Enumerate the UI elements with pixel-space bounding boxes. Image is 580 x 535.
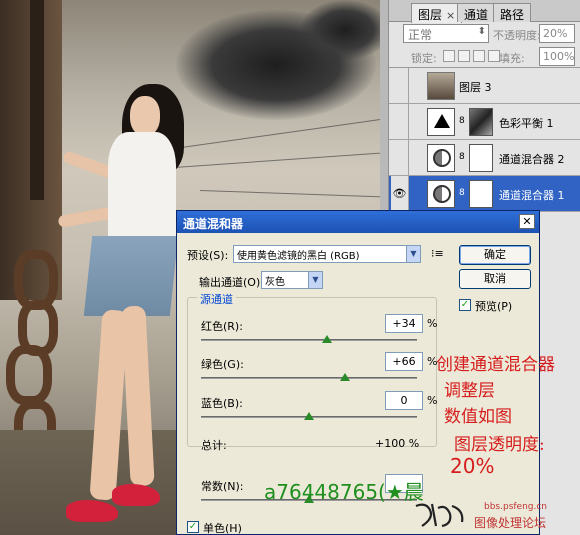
- annotation-line-4: 图层透明度:: [454, 435, 545, 455]
- layer-row[interactable]: 8 通道混合器 2: [389, 140, 580, 176]
- total-value: +100 %: [375, 437, 420, 450]
- red-slider-track[interactable]: [201, 339, 417, 341]
- girl-shirt: [108, 132, 176, 244]
- dialog-title: 通道混和器: [183, 217, 244, 231]
- chevron-down-icon: ▼: [308, 272, 322, 288]
- power-line: [199, 190, 382, 198]
- preview-label: 预览(P): [475, 300, 513, 313]
- layer-thumbnail: [427, 72, 455, 100]
- preset-options-icon[interactable]: ⁝≡: [431, 247, 444, 260]
- lock-position-icon[interactable]: [473, 50, 485, 62]
- blue-input[interactable]: 0: [385, 391, 423, 410]
- layer-name: 色彩平衡 1: [499, 117, 554, 130]
- chevron-down-icon: ▼: [406, 246, 420, 262]
- constant-label: 常数(N):: [201, 480, 244, 493]
- power-line: [159, 151, 382, 169]
- lock-fill-row: 锁定: 填充: 100%: [389, 46, 580, 68]
- green-label: 绿色(G):: [201, 358, 244, 371]
- fill-input[interactable]: 100%: [539, 47, 575, 66]
- blue-percent: %: [427, 394, 438, 407]
- tab-paths[interactable]: 路径: [493, 3, 532, 22]
- channel-mixer-icon: [427, 144, 455, 172]
- dialog-titlebar[interactable]: 通道混和器 ✕: [177, 211, 539, 233]
- layer-name: 图层 3: [459, 81, 492, 94]
- crane-beam: [30, 0, 44, 200]
- power-line: [159, 117, 382, 151]
- girl-face: [130, 96, 160, 136]
- tab-paths-label: 路径: [500, 8, 525, 22]
- preset-select[interactable]: 使用黄色滤镜的黑白 (RGB) ▼: [233, 245, 421, 263]
- smoke-cloud-small: [300, 0, 382, 60]
- tab-channels[interactable]: 通道: [457, 3, 496, 22]
- red-slider-knob[interactable]: [322, 335, 333, 343]
- monochrome-label: 单色(H): [203, 522, 242, 535]
- girl-skirt: [83, 236, 179, 316]
- visibility-toggle[interactable]: [391, 104, 409, 140]
- ok-button[interactable]: 确定: [459, 245, 531, 265]
- red-input[interactable]: +34: [385, 314, 423, 333]
- monochrome-checkbox[interactable]: ✓: [187, 521, 199, 533]
- layer-row-selected[interactable]: 👁 8 通道混合器 1: [389, 176, 580, 212]
- layer-mask-thumbnail: [469, 180, 493, 208]
- annotation-line-2: 调整层: [444, 381, 495, 401]
- eye-icon[interactable]: 👁: [391, 176, 409, 212]
- close-icon[interactable]: ✕: [519, 214, 535, 229]
- lock-pixels-icon[interactable]: [458, 50, 470, 62]
- lock-label: 锁定:: [411, 52, 437, 65]
- visibility-toggle[interactable]: [391, 140, 409, 176]
- channel-mixer-icon: [427, 180, 455, 208]
- tab-channels-label: 通道: [464, 8, 489, 22]
- green-slider-track[interactable]: [201, 377, 417, 379]
- total-label: 总计:: [201, 439, 227, 452]
- tab-layers-label: 图层: [418, 8, 443, 22]
- output-channel-value: 灰色: [265, 277, 285, 288]
- site-url: bbs.psfeng.cn: [484, 502, 548, 512]
- chain-link: [6, 345, 52, 405]
- preset-label: 预设(S):: [187, 249, 229, 262]
- green-input[interactable]: +66: [385, 352, 423, 371]
- link-icon: 8: [459, 188, 465, 198]
- tab-layers[interactable]: 图层 ×: [411, 3, 463, 23]
- annotation-line-5: 20%: [450, 454, 495, 478]
- calligraphy-logo: [415, 503, 464, 528]
- close-icon[interactable]: ×: [446, 9, 455, 22]
- blend-mode-value: 正常: [408, 28, 433, 42]
- red-percent: %: [427, 317, 438, 330]
- opacity-label: 不透明度:: [493, 29, 541, 42]
- blue-slider-knob[interactable]: [304, 412, 314, 420]
- lock-transparency-icon[interactable]: [443, 50, 455, 62]
- layer-row[interactable]: 图层 3: [389, 68, 580, 104]
- blend-opacity-row: 正常 ⬍ 不透明度: 20%: [389, 22, 580, 46]
- layer-name: 通道混合器 1: [499, 189, 565, 202]
- panel-tabbar: 图层 × 通道 路径: [389, 0, 580, 23]
- preset-value: 使用黄色滤镜的黑白 (RGB): [237, 251, 360, 262]
- link-icon: 8: [459, 152, 465, 162]
- layer-row[interactable]: 8 色彩平衡 1: [389, 104, 580, 140]
- output-channel-label: 输出通道(O):: [199, 276, 264, 289]
- output-channel-select[interactable]: 灰色 ▼: [261, 271, 323, 289]
- fill-label: 填充:: [499, 52, 525, 65]
- layer-mask-thumbnail: [469, 108, 493, 136]
- site-name: 图像处理论坛: [474, 516, 547, 530]
- red-label: 红色(R):: [201, 320, 243, 333]
- blend-mode-select[interactable]: 正常 ⬍: [403, 24, 489, 43]
- layer-mask-thumbnail: [469, 144, 493, 172]
- watermark-id: a76448765(★晨: [264, 480, 424, 504]
- visibility-toggle[interactable]: [391, 68, 409, 104]
- green-slider-knob[interactable]: [339, 373, 350, 381]
- layer-name: 通道混合器 2: [499, 153, 565, 166]
- preview-checkbox[interactable]: ✓: [459, 299, 471, 311]
- opacity-input[interactable]: 20%: [539, 24, 575, 43]
- annotation-line-3: 数值如图: [444, 407, 512, 427]
- cancel-button[interactable]: 取消: [459, 269, 531, 289]
- source-channels-title: 源通道: [197, 291, 236, 307]
- color-balance-icon: [427, 108, 455, 136]
- blue-label: 蓝色(B):: [201, 397, 243, 410]
- link-icon: 8: [459, 116, 465, 126]
- annotation-line-1: 创建通道混合器: [436, 355, 555, 375]
- updown-arrow-icon: ⬍: [477, 26, 486, 37]
